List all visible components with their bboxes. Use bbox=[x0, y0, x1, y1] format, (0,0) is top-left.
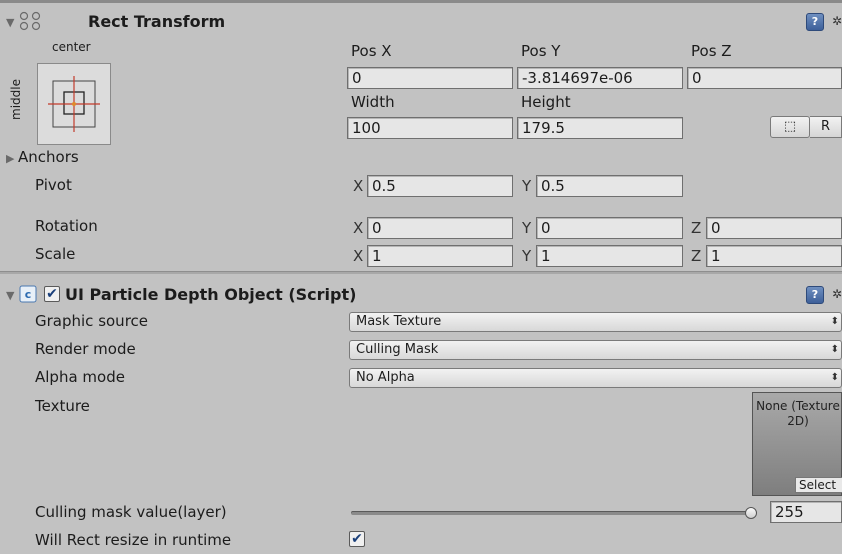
rotation-x-field[interactable]: 0 bbox=[367, 217, 513, 239]
texture-object-field[interactable]: None (Texture 2D) Select bbox=[752, 392, 842, 496]
pos-z-field[interactable]: 0 bbox=[687, 67, 842, 89]
pivot-label: Pivot bbox=[35, 176, 72, 194]
render-mode-dropdown[interactable]: Culling Mask ⬍ bbox=[349, 340, 842, 360]
culling-mask-slider-thumb[interactable] bbox=[745, 507, 757, 519]
rotation-z-field[interactable]: 0 bbox=[706, 217, 842, 239]
gear-icon[interactable]: ✲ bbox=[832, 14, 842, 28]
anchors-foldout[interactable]: Anchors bbox=[18, 148, 79, 166]
culling-mask-slider-track[interactable] bbox=[351, 511, 757, 515]
scale-z-axis: Z bbox=[691, 247, 702, 265]
texture-none-text: None (Texture 2D) bbox=[756, 399, 840, 428]
rotation-x-axis: X bbox=[353, 219, 364, 237]
pivot-y-field[interactable]: 0.5 bbox=[536, 175, 683, 197]
pivot-x-axis: X bbox=[353, 177, 364, 195]
will-rect-resize-checkbox[interactable]: ✔ bbox=[349, 531, 365, 547]
blueprint-mode-button[interactable]: ⬚ bbox=[770, 116, 810, 138]
script-gear-icon[interactable]: ✲ bbox=[832, 287, 842, 301]
alpha-mode-label: Alpha mode bbox=[35, 368, 125, 386]
fold-arrow-icon[interactable]: ▼ bbox=[6, 16, 14, 29]
texture-select-button[interactable]: Select bbox=[795, 477, 842, 493]
pos-x-field[interactable]: 0 bbox=[347, 67, 513, 89]
pos-z-label: Pos Z bbox=[691, 42, 732, 60]
pos-x-label: Pos X bbox=[351, 42, 392, 60]
check-icon: ✔ bbox=[46, 286, 58, 302]
rect-transform-icon bbox=[19, 11, 41, 31]
rotation-y-axis: Y bbox=[522, 219, 532, 237]
help-icon[interactable]: ? bbox=[806, 13, 824, 31]
scale-z-field[interactable]: 1 bbox=[706, 245, 842, 267]
scale-x-axis: X bbox=[353, 247, 364, 265]
rotation-z-axis: Z bbox=[691, 219, 702, 237]
alpha-mode-dropdown[interactable]: No Alpha ⬍ bbox=[349, 368, 842, 388]
pivot-x-field[interactable]: 0.5 bbox=[367, 175, 513, 197]
width-label: Width bbox=[351, 93, 395, 111]
anchor-vertical-label: middle bbox=[9, 79, 23, 120]
rect-transform-title: Rect Transform bbox=[88, 12, 226, 31]
script-icon: c bbox=[19, 285, 37, 303]
scale-label: Scale bbox=[35, 245, 76, 263]
culling-mask-value-field[interactable]: 255 bbox=[770, 501, 842, 523]
pos-y-field[interactable]: -3.814697e-06 bbox=[517, 67, 683, 89]
height-field[interactable]: 179.5 bbox=[517, 117, 683, 139]
anchor-preset-icon bbox=[48, 76, 100, 132]
anchor-preset-button[interactable] bbox=[37, 63, 111, 145]
raw-edit-button[interactable]: R bbox=[810, 116, 842, 138]
component-enabled-checkbox[interactable]: ✔ bbox=[44, 286, 60, 302]
pivot-y-axis: Y bbox=[522, 177, 532, 195]
top-border bbox=[0, 0, 842, 3]
script-component-title: UI Particle Depth Object (Script) bbox=[65, 285, 357, 304]
svg-text:c: c bbox=[25, 288, 32, 301]
component-separator bbox=[0, 271, 842, 274]
texture-label: Texture bbox=[35, 397, 90, 415]
blueprint-icon: ⬚ bbox=[783, 119, 797, 134]
rotation-label: Rotation bbox=[35, 217, 98, 235]
dropdown-arrow-icon: ⬍ bbox=[830, 344, 839, 355]
check-icon: ✔ bbox=[351, 531, 363, 547]
height-label: Height bbox=[521, 93, 571, 111]
script-fold-arrow-icon[interactable]: ▼ bbox=[6, 289, 14, 302]
anchor-horizontal-label: center bbox=[52, 40, 91, 54]
pos-y-label: Pos Y bbox=[521, 42, 561, 60]
scale-y-field[interactable]: 1 bbox=[536, 245, 683, 267]
anchors-fold-arrow-icon[interactable]: ▶ bbox=[6, 152, 14, 165]
dropdown-arrow-icon: ⬍ bbox=[830, 316, 839, 327]
rotation-y-field[interactable]: 0 bbox=[536, 217, 683, 239]
width-field[interactable]: 100 bbox=[347, 117, 513, 139]
graphic-source-label: Graphic source bbox=[35, 312, 149, 330]
graphic-source-dropdown[interactable]: Mask Texture ⬍ bbox=[349, 312, 842, 332]
dropdown-arrow-icon: ⬍ bbox=[830, 372, 839, 383]
culling-mask-label: Culling mask value(layer) bbox=[35, 503, 227, 521]
scale-x-field[interactable]: 1 bbox=[367, 245, 513, 267]
render-mode-label: Render mode bbox=[35, 340, 136, 358]
will-rect-resize-label: Will Rect resize in runtime bbox=[35, 531, 232, 549]
scale-y-axis: Y bbox=[522, 247, 532, 265]
script-help-icon[interactable]: ? bbox=[806, 286, 824, 304]
